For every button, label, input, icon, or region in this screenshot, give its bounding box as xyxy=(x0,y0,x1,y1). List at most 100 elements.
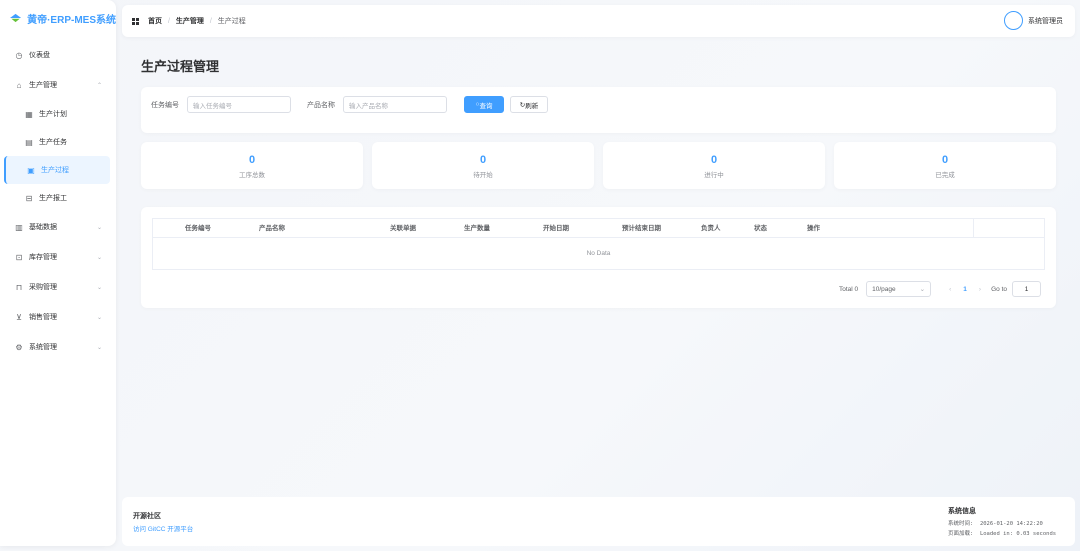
sidebar-item-label: 生产任务 xyxy=(39,139,67,146)
process-icon: ▣ xyxy=(27,165,35,175)
refresh-button[interactable]: ↻ 刷新 xyxy=(510,96,548,113)
sidebar-item-sales[interactable]: ⊻ 销售管理 ⌄ xyxy=(0,302,116,332)
sidebar: 黄帝·ERP-MES系统 ◷ 仪表盘 ⌂ 生产管理 ⌃ ▦ 生产计划 ▤ 生产任… xyxy=(0,0,116,546)
chevron-down-icon: ⌄ xyxy=(96,284,102,291)
column-actions[interactable]: 操作 xyxy=(807,219,820,238)
system-info-title: 系统信息 xyxy=(948,508,976,515)
user-menu[interactable]: 系统管理员 xyxy=(1004,11,1063,30)
next-page-button[interactable]: › xyxy=(979,286,981,293)
sidebar-item-inventory[interactable]: ⊡ 库存管理 ⌄ xyxy=(0,242,116,272)
sidebar-item-system[interactable]: ⚙ 系统管理 ⌄ xyxy=(0,332,116,362)
chevron-down-icon: ⌄ xyxy=(96,254,102,261)
top-header: 首页 / 生产管理 / 生产过程 系统管理员 xyxy=(122,5,1075,37)
page-load-time: 页面加载: Loaded in: 0.03 seconds xyxy=(948,531,1057,537)
search-form: 任务编号 输入任务编号 产品名称 输入产品名称 ○ 查询 ↻ 刷新 xyxy=(141,87,1056,133)
system-time: 系统时间: 2026-01-20 14:22:20 xyxy=(948,521,1043,527)
process-table: 任务编号 产品名称 关联单据 生产数量 开始日期 预计结束日期 负责人 状态 操… xyxy=(152,218,1045,270)
avatar[interactable] xyxy=(1004,11,1023,30)
stat-label: 已完成 xyxy=(935,172,955,179)
stat-card-total: 0 工序总数 xyxy=(141,142,363,189)
column-task-number[interactable]: 任务编号 xyxy=(185,219,211,238)
sidebar-item-purchase[interactable]: ⊓ 采购管理 ⌄ xyxy=(0,272,116,302)
breadcrumb-current: 生产过程 xyxy=(217,18,246,25)
column-status[interactable]: 状态 xyxy=(754,219,767,238)
breadcrumb-separator: / xyxy=(167,18,170,25)
factory-icon: ⌂ xyxy=(16,80,22,90)
sidebar-item-label: 采购管理 xyxy=(29,284,57,291)
stat-label: 进行中 xyxy=(704,172,724,179)
logo-text: 黄帝·ERP-MES系统 xyxy=(27,14,116,26)
task-number-input[interactable]: 输入任务编号 xyxy=(187,96,291,113)
breadcrumb-production[interactable]: 生产管理 xyxy=(176,18,204,25)
report-icon: ⊟ xyxy=(25,193,33,203)
community-title: 开源社区 xyxy=(133,513,161,520)
stat-card-in-progress: 0 进行中 xyxy=(603,142,825,189)
logo-icon xyxy=(10,13,22,23)
cart-icon: ⊻ xyxy=(16,312,22,322)
footer: 开源社区 访问 GitCC 开源平台 系统信息 系统时间: 2026-01-20… xyxy=(122,497,1075,546)
chevron-down-icon: ⌄ xyxy=(96,344,102,351)
purchase-icon: ⊓ xyxy=(15,282,23,292)
stat-label: 工序总数 xyxy=(239,172,265,179)
sidebar-item-basic-data[interactable]: ▥ 基础数据 ⌄ xyxy=(0,212,116,242)
warehouse-icon: ⊡ xyxy=(15,252,23,262)
process-table-card: 任务编号 产品名称 关联单据 生产数量 开始日期 预计结束日期 负责人 状态 操… xyxy=(141,207,1056,308)
sidebar-item-label: 系统管理 xyxy=(29,344,57,351)
column-related-doc[interactable]: 关联单据 xyxy=(390,219,416,238)
task-icon: ▤ xyxy=(25,137,33,147)
column-end-date[interactable]: 预计结束日期 xyxy=(622,219,661,238)
column-owner[interactable]: 负责人 xyxy=(701,219,721,238)
chevron-down-icon: ⌄ xyxy=(96,314,102,321)
product-name-label: 产品名称 xyxy=(307,102,335,109)
product-name-input[interactable]: 输入产品名称 xyxy=(343,96,447,113)
sidebar-item-label: 生产过程 xyxy=(41,167,69,174)
stat-card-completed: 0 已完成 xyxy=(834,142,1056,189)
pagination-total: Total 0 xyxy=(838,285,859,293)
stat-value: 0 xyxy=(710,154,718,166)
breadcrumb: 首页 / 生产管理 / 生产过程 xyxy=(148,16,246,26)
chevron-up-icon: ⌃ xyxy=(96,82,102,89)
prev-page-button[interactable]: ‹ xyxy=(949,286,951,293)
goto-label: Go to xyxy=(991,285,1007,293)
sidebar-item-production[interactable]: ⌂ 生产管理 ⌃ xyxy=(0,70,116,100)
sidebar-item-plan[interactable]: ▦ 生产计划 xyxy=(0,100,116,128)
community-link[interactable]: 访问 GitCC 开源平台 xyxy=(133,523,193,533)
pagination: Total 0 10/page ⌄ ‹ 1 › Go to 1 xyxy=(839,281,1041,297)
dashboard-icon: ◷ xyxy=(15,50,23,60)
stat-value: 0 xyxy=(248,154,256,166)
sidebar-menu: ◷ 仪表盘 ⌂ 生产管理 ⌃ ▦ 生产计划 ▤ 生产任务 ▣ 生产过程 ⊟ 生产… xyxy=(0,36,116,362)
sidebar-item-report[interactable]: ⊟ 生产报工 xyxy=(0,184,116,212)
sidebar-item-label: 库存管理 xyxy=(29,254,57,261)
stat-value: 0 xyxy=(941,154,949,166)
stat-label: 待开始 xyxy=(473,172,493,179)
breadcrumb-home[interactable]: 首页 xyxy=(148,18,162,25)
sidebar-item-process[interactable]: ▣ 生产过程 xyxy=(4,156,110,184)
database-icon: ▥ xyxy=(15,222,23,232)
empty-state: No Data xyxy=(586,250,611,257)
calendar-icon: ▦ xyxy=(25,109,33,119)
sidebar-item-label: 基础数据 xyxy=(29,224,57,231)
column-quantity[interactable]: 生产数量 xyxy=(464,219,490,238)
user-name: 系统管理员 xyxy=(1028,17,1063,25)
column-product-name[interactable]: 产品名称 xyxy=(259,219,285,238)
sidebar-item-label: 仪表盘 xyxy=(29,52,50,59)
goto-page-input[interactable]: 1 xyxy=(1012,281,1041,297)
table-header: 任务编号 产品名称 关联单据 生产数量 开始日期 预计结束日期 负责人 状态 操… xyxy=(153,219,1044,238)
stat-card-pending: 0 待开始 xyxy=(372,142,594,189)
gear-icon: ⚙ xyxy=(15,342,23,352)
chevron-down-icon: ⌄ xyxy=(919,286,926,293)
sidebar-item-dashboard[interactable]: ◷ 仪表盘 xyxy=(0,40,116,70)
query-button[interactable]: ○ 查询 xyxy=(464,96,504,113)
app-logo[interactable]: 黄帝·ERP-MES系统 xyxy=(0,0,116,36)
current-page[interactable]: 1 xyxy=(963,286,967,293)
header-divider xyxy=(973,219,974,238)
sidebar-item-label: 生产管理 xyxy=(29,82,57,89)
column-start-date[interactable]: 开始日期 xyxy=(543,219,569,238)
page-title: 生产过程管理 xyxy=(141,59,220,74)
sidebar-item-task[interactable]: ▤ 生产任务 xyxy=(0,128,116,156)
stat-value: 0 xyxy=(479,154,487,166)
sidebar-item-label: 销售管理 xyxy=(29,314,57,321)
menu-toggle-icon[interactable] xyxy=(132,17,139,25)
page-size-select[interactable]: 10/page ⌄ xyxy=(866,281,932,297)
breadcrumb-separator: / xyxy=(209,18,212,25)
